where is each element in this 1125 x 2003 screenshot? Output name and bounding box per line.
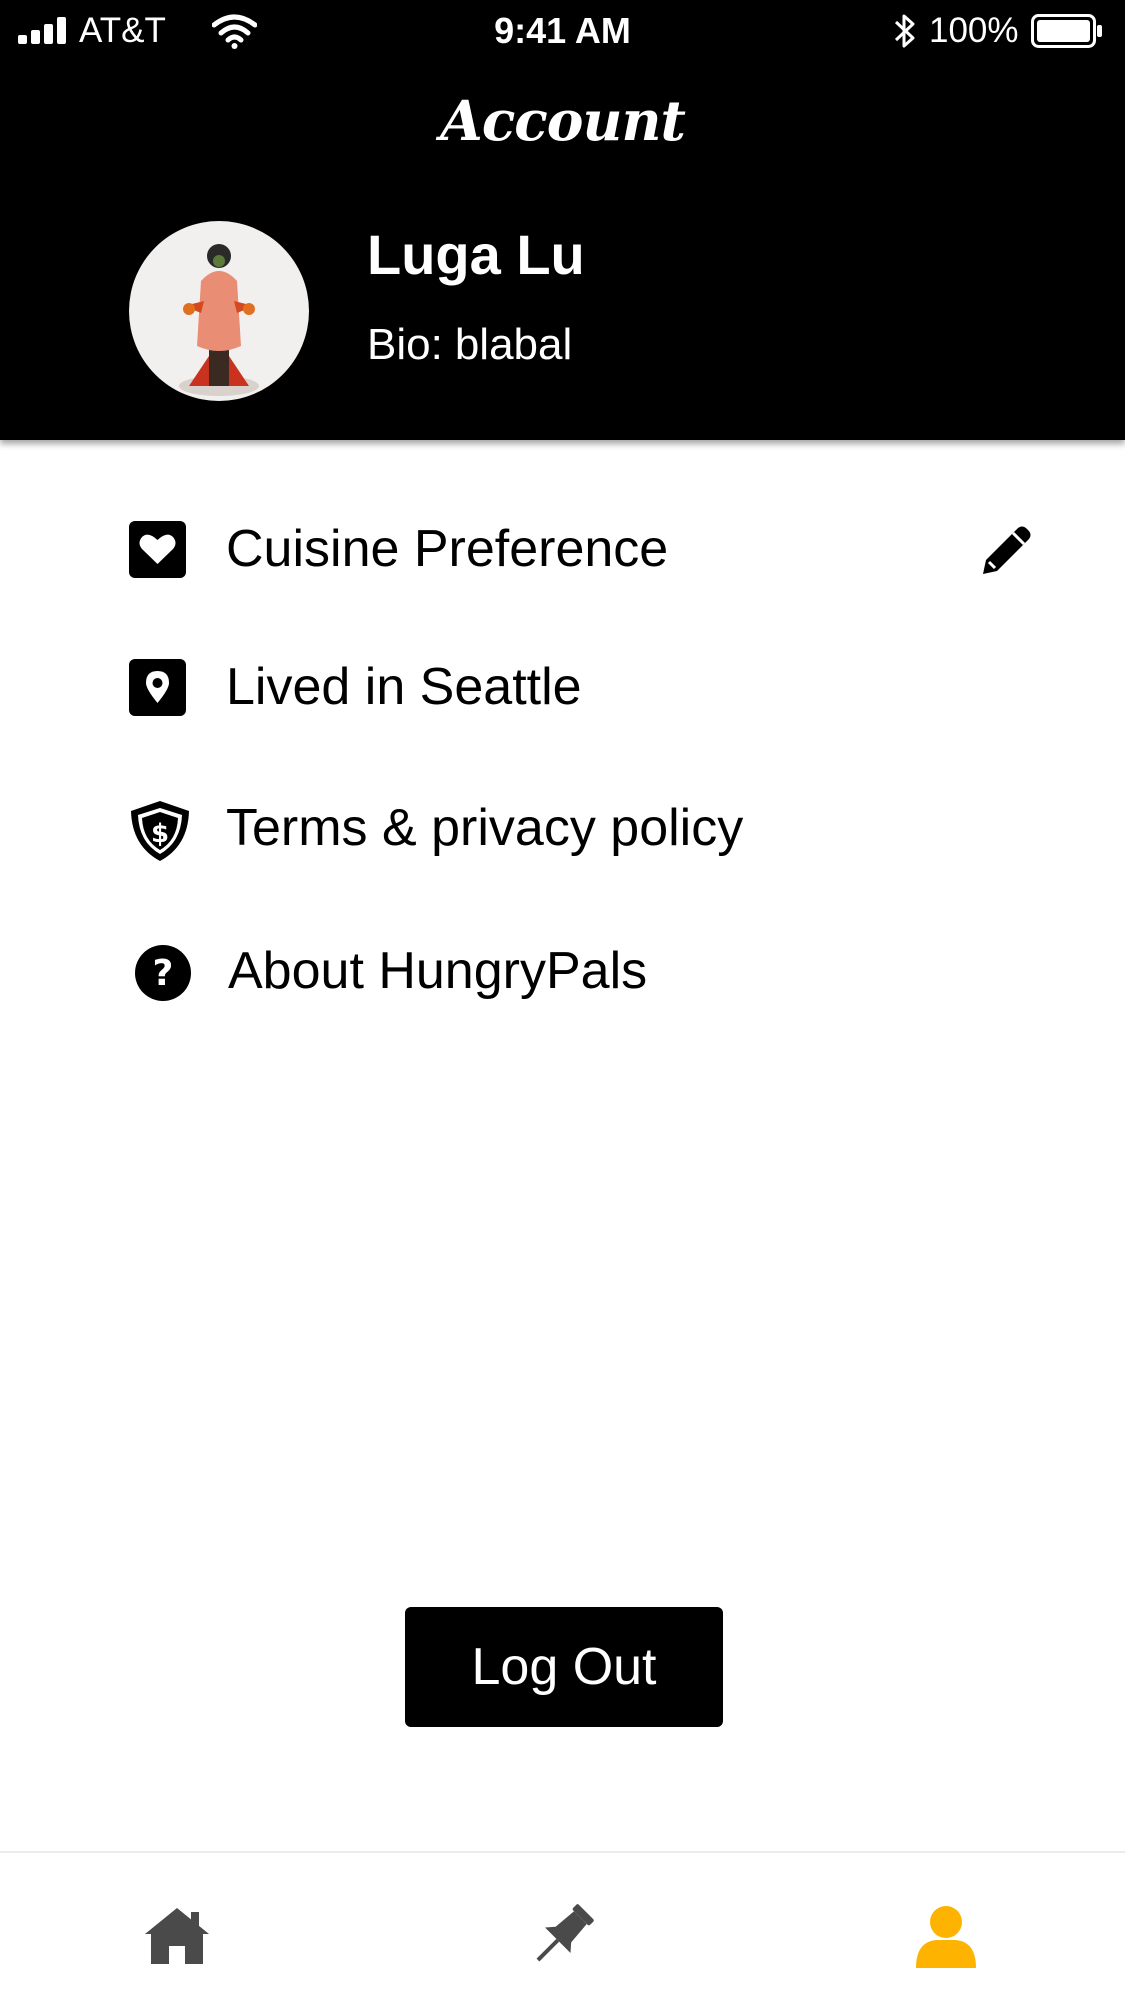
logout-button[interactable]: Log Out [405,1607,723,1727]
tab-bar [0,1851,1125,2003]
svg-text:?: ? [153,953,174,994]
menu-item-terms-privacy[interactable]: $ Terms & privacy policy [128,792,1028,862]
account-header: AT&T 9:41 AM 100% Account Luga Lu Bio: b… [0,0,1125,440]
svg-text:$: $ [151,819,169,849]
menu-label: Lived in Seattle [226,658,582,716]
profile-name: Luga Lu [367,223,585,286]
heart-icon [129,521,186,578]
menu-label: About HungryPals [228,942,648,1000]
location-pin-icon [129,659,186,716]
menu-item-cuisine-preference[interactable]: Cuisine Preference [128,513,1028,583]
bio-label: Bio: [367,320,443,369]
page-title: Account [440,88,686,153]
status-bar: AT&T 9:41 AM 100% [0,0,1125,62]
shield-dollar-icon: $ [131,801,189,861]
menu-label: Cuisine Preference [226,520,669,578]
home-icon[interactable] [139,1898,215,1974]
bio-value: blabal [454,320,573,369]
avatar[interactable] [129,221,309,401]
menu-label: Terms & privacy policy [226,799,744,857]
profile-bio: Bio: blabal [367,320,572,370]
pin-icon[interactable] [524,1898,600,1974]
bluetooth-icon [894,14,915,48]
battery-icon [1031,14,1102,48]
pencil-icon[interactable] [975,520,1037,582]
menu-item-lived-in[interactable]: Lived in Seattle [128,651,1028,721]
battery-percent: 100% [929,11,1019,50]
avatar-image [179,244,259,396]
question-circle-icon: ? [135,945,191,1001]
menu-item-about[interactable]: ? About HungryPals [128,935,1028,1005]
user-icon[interactable] [908,1898,984,1974]
